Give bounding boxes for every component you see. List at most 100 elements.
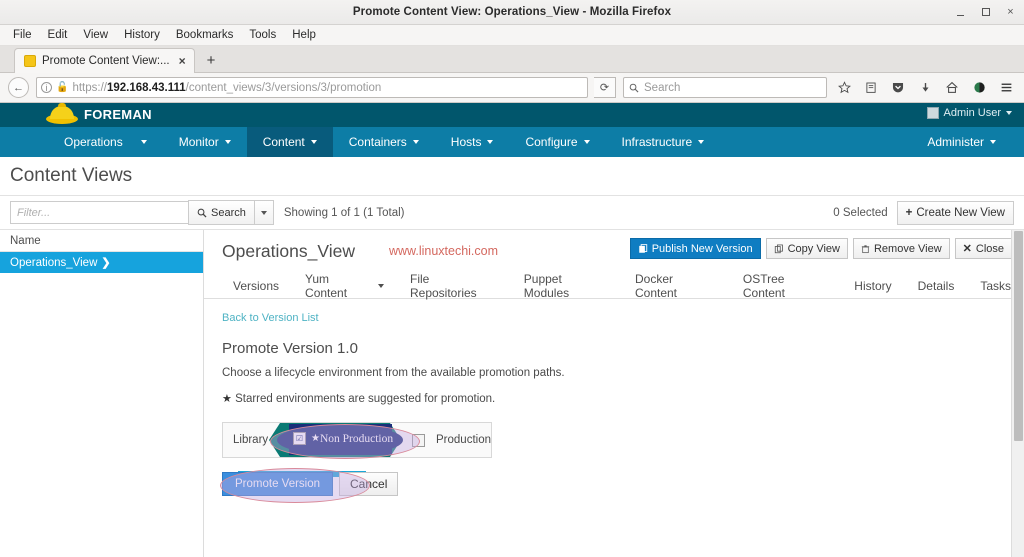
nav-item-monitor[interactable]: Monitor <box>163 127 247 157</box>
reload-icon[interactable]: ⟳ <box>594 77 616 98</box>
search-button[interactable]: Search <box>188 200 255 225</box>
cancel-button[interactable]: Cancel <box>339 472 399 496</box>
chevron-down-icon <box>412 140 419 144</box>
back-button-icon[interactable]: ← <box>8 77 29 98</box>
page-viewport: FOREMAN Admin User Operations Monitor Co… <box>0 103 1024 557</box>
search-icon <box>629 83 639 92</box>
nav-right-group: Administer <box>911 127 1024 157</box>
promote-version-button[interactable]: Promote Version <box>222 472 334 496</box>
reader-icon[interactable] <box>861 78 881 98</box>
create-new-view-button[interactable]: + Create New View <box>896 200 1014 225</box>
content-view-detail-panel: Operations_View www.linuxtechi.com Publi… <box>204 230 1024 557</box>
tab-label: History <box>854 278 892 293</box>
hamburger-menu-icon[interactable] <box>996 78 1016 98</box>
content-views-toolbar: Filter... Search Showing 1 of 1 (1 Total… <box>0 196 1024 230</box>
tab-history[interactable]: History <box>841 273 904 298</box>
window-controls: × <box>955 0 1016 24</box>
search-dropdown-button[interactable] <box>253 200 274 225</box>
browser-tab[interactable]: Promote Content View:... × <box>14 48 195 73</box>
tab-label: Details <box>917 278 955 293</box>
detail-panel-header: Operations_View www.linuxtechi.com Publi… <box>204 230 1024 272</box>
downloads-icon[interactable] <box>915 78 935 98</box>
tab-docker-content[interactable]: Docker Content <box>622 271 730 300</box>
firefox-window: Promote Content View: Operations_View - … <box>0 0 1024 557</box>
menu-file[interactable]: File <box>6 27 39 43</box>
pocket-icon[interactable] <box>888 78 908 98</box>
browser-navigation-bar: ← i 🔓 https://192.168.43.111/content_vie… <box>0 73 1024 103</box>
tab-details[interactable]: Details <box>905 273 968 298</box>
trash-icon <box>861 244 870 253</box>
copy-icon <box>774 244 783 253</box>
tab-label: File Repositories <box>409 271 477 300</box>
close-window-button[interactable]: × <box>1005 6 1016 18</box>
create-new-view-label: Create New View <box>916 206 1005 219</box>
environment-non-production-label-group: ☑ ★ Non Production <box>293 432 393 445</box>
tab-label: OSTree Content <box>742 271 785 300</box>
nav-item-administer[interactable]: Administer <box>911 135 1012 149</box>
sync-icon[interactable] <box>969 78 989 98</box>
chevron-down-icon <box>377 283 384 288</box>
back-to-version-list-link[interactable]: Back to Version List <box>222 312 319 324</box>
menu-history[interactable]: History <box>117 27 167 43</box>
menu-bookmarks[interactable]: Bookmarks <box>169 27 241 43</box>
close-view-button[interactable]: ✕ Close <box>954 238 1012 259</box>
tab-label: Docker Content <box>634 271 678 300</box>
remove-view-button[interactable]: Remove View <box>852 238 950 259</box>
minimize-button[interactable] <box>955 7 966 18</box>
search-placeholder-text: Search <box>644 81 681 94</box>
tab-label: Yum Content <box>305 271 348 300</box>
plus-icon: + <box>905 206 913 219</box>
menu-tools[interactable]: Tools <box>242 27 283 43</box>
chevron-down-icon <box>698 140 705 144</box>
scrollbar-thumb[interactable] <box>1014 231 1023 441</box>
environment-path-box: Library ☑ ★Non Production Production <box>222 422 492 459</box>
menu-edit[interactable]: Edit <box>41 27 75 43</box>
foreman-brand-bar: FOREMAN Admin User <box>0 103 1024 127</box>
tab-file-repositories[interactable]: File Repositories <box>397 271 511 300</box>
browser-search-input[interactable]: Search <box>623 77 827 98</box>
search-icon <box>197 208 207 218</box>
list-item-operations-view[interactable]: Operations_View ❯ <box>0 252 203 273</box>
copy-view-label: Copy View <box>787 242 840 255</box>
environment-production[interactable]: Production <box>412 433 491 447</box>
avatar <box>926 107 939 119</box>
tab-yum-content[interactable]: Yum Content <box>292 271 397 300</box>
tab-versions[interactable]: Versions <box>220 273 292 298</box>
home-icon[interactable] <box>942 78 962 98</box>
url-bar[interactable]: i 🔓 https://192.168.43.111/content_views… <box>36 77 588 98</box>
promote-version-section: Back to Version List Promote Version 1.0… <box>204 299 1024 503</box>
maximize-button[interactable] <box>980 7 991 18</box>
nav-label: Administer <box>927 135 984 149</box>
publish-new-version-button[interactable]: Publish New Version <box>629 238 761 259</box>
admin-user-menu[interactable]: Admin User <box>926 107 1012 119</box>
nav-item-hosts[interactable]: Hosts <box>435 127 510 157</box>
nav-item-operations[interactable]: Operations <box>48 127 163 157</box>
new-tab-button[interactable]: + <box>207 52 216 69</box>
environment-library-label[interactable]: Library <box>233 434 268 446</box>
nav-item-content[interactable]: Content <box>246 127 333 157</box>
copy-view-button[interactable]: Copy View <box>765 238 848 259</box>
menu-view[interactable]: View <box>76 27 115 43</box>
remove-view-label: Remove View <box>873 242 942 255</box>
tab-close-icon[interactable]: × <box>179 54 186 68</box>
bookmark-star-icon[interactable] <box>834 78 854 98</box>
nav-label: Content <box>262 135 305 149</box>
list-item-label: Operations_View <box>10 256 98 269</box>
chevron-down-icon <box>583 140 590 144</box>
content-body: Name Operations_View ❯ Operations_View w… <box>0 230 1024 557</box>
nav-item-containers[interactable]: Containers <box>333 127 435 157</box>
non-production-checkbox[interactable]: ☑ <box>293 432 306 445</box>
menu-help[interactable]: Help <box>285 27 323 43</box>
nav-item-infrastructure[interactable]: Infrastructure <box>606 127 721 157</box>
filter-input[interactable]: Filter... <box>10 201 189 224</box>
tab-puppet-modules[interactable]: Puppet Modules <box>511 272 622 300</box>
url-protocol: https:// <box>72 81 107 94</box>
browser-tab-title: Promote Content View:... <box>42 55 170 67</box>
page-info-icon[interactable]: i <box>41 82 52 93</box>
page-header: Content Views <box>0 157 1024 196</box>
page-scrollbar[interactable] <box>1011 230 1024 557</box>
tab-ostree-content[interactable]: OSTree Content <box>730 271 841 300</box>
nav-item-configure[interactable]: Configure <box>509 127 605 157</box>
production-checkbox[interactable] <box>412 433 426 447</box>
selected-count: 0 Selected <box>833 206 888 219</box>
